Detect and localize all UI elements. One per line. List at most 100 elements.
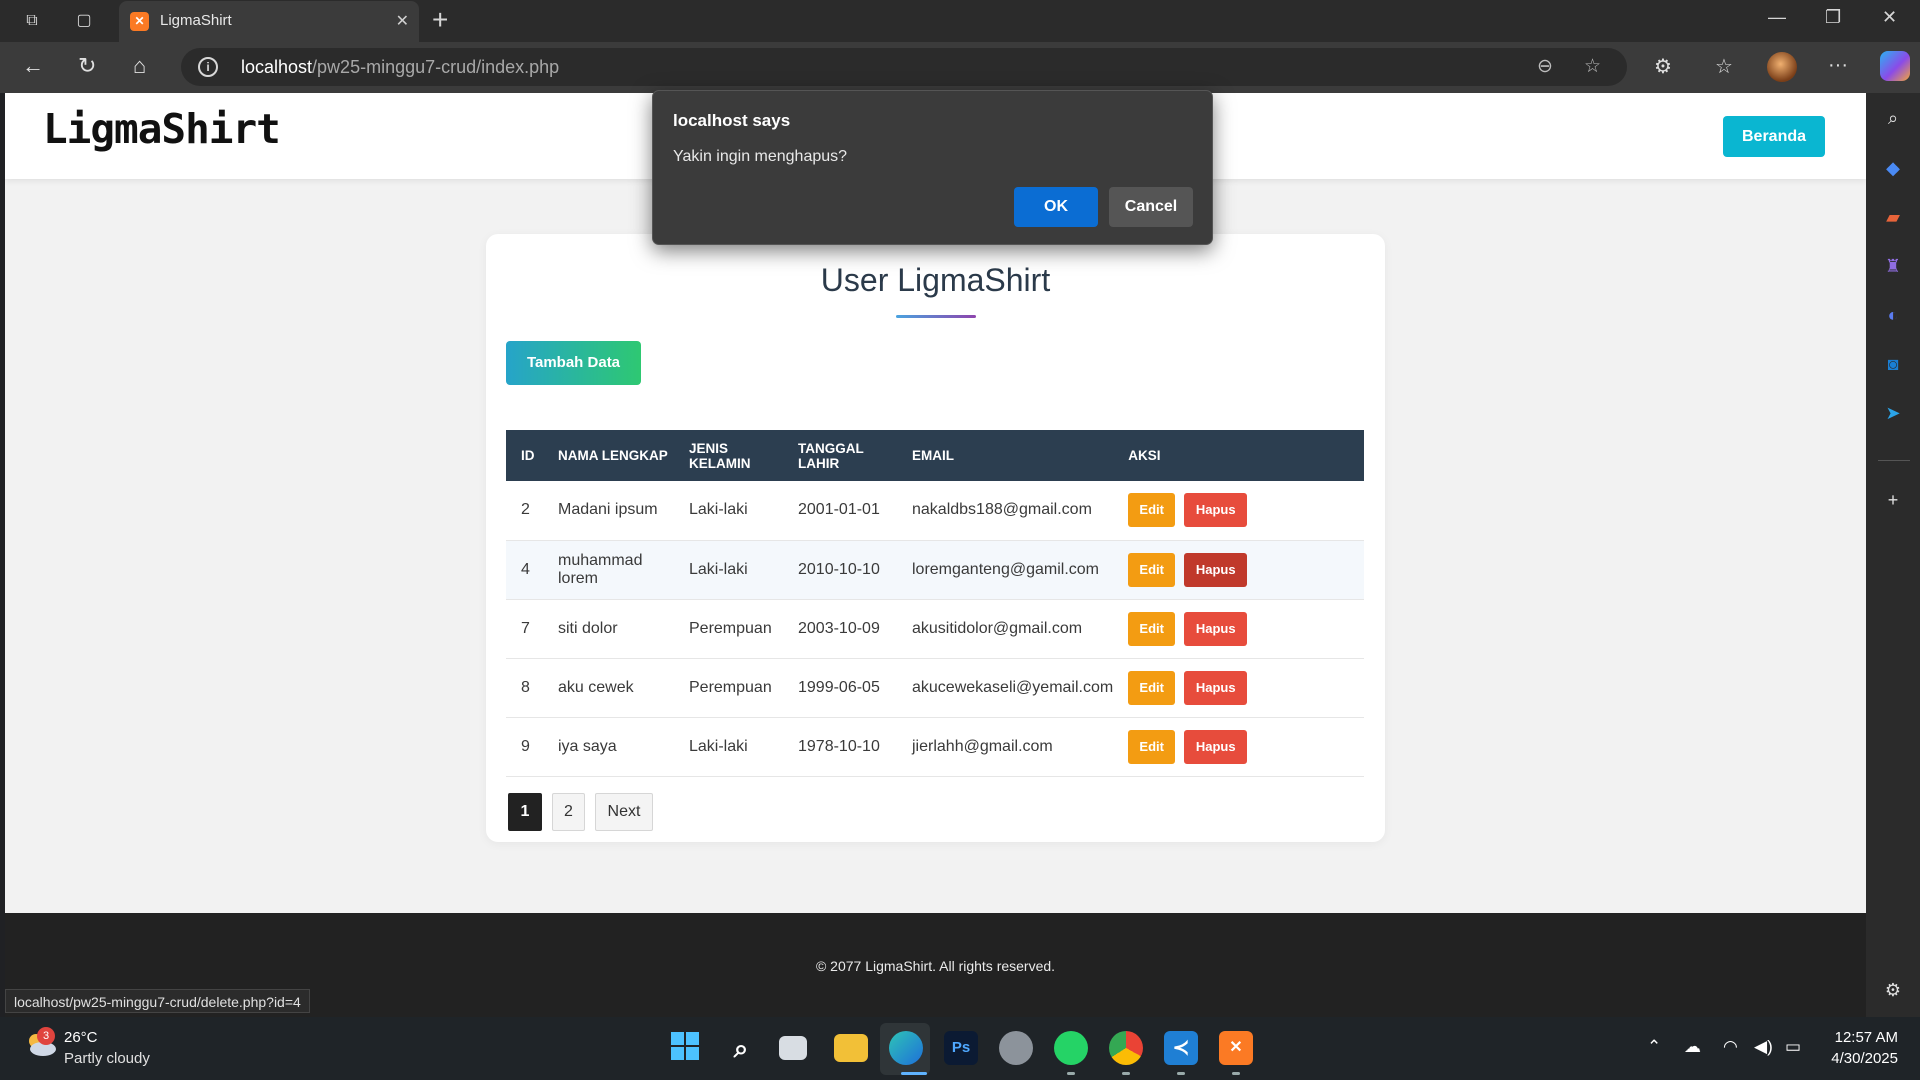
windows-logo-icon <box>671 1032 699 1060</box>
site-info-icon[interactable]: i <box>198 57 218 77</box>
wifi-icon[interactable]: ◠ <box>1723 1037 1738 1057</box>
new-tab-icon[interactable]: + <box>432 6 448 34</box>
edit-button[interactable]: Edit <box>1128 552 1176 587</box>
dialog-cancel-button[interactable]: Cancel <box>1109 187 1193 227</box>
tambah-data-button[interactable]: Tambah Data <box>506 341 641 385</box>
xampp-running-indicator <box>1232 1072 1240 1075</box>
volume-icon[interactable]: ◀) <box>1754 1037 1773 1057</box>
table-row: 7 siti dolor Perempuan 2003-10-09 akusit… <box>506 599 1364 659</box>
clock-time[interactable]: 12:57 AM <box>1828 1029 1898 1046</box>
edit-button[interactable]: Edit <box>1128 729 1176 764</box>
close-tab-icon[interactable]: ✕ <box>396 11 409 31</box>
whatsapp-running-indicator <box>1067 1072 1075 1075</box>
workspaces-icon[interactable]: ⧉ <box>20 9 44 33</box>
tray-chevron-icon[interactable]: ⌃ <box>1647 1037 1661 1057</box>
copilot-icon[interactable] <box>1880 51 1910 81</box>
beranda-button[interactable]: Beranda <box>1723 116 1825 157</box>
cell-gender: Perempuan <box>674 599 783 659</box>
edit-button[interactable]: Edit <box>1128 493 1176 528</box>
cell-email: jierlahh@gmail.com <box>897 717 1114 777</box>
minimize-icon[interactable]: — <box>1768 7 1786 28</box>
hapus-button[interactable]: Hapus <box>1184 729 1248 764</box>
search-icon[interactable]: ⌕ <box>1882 107 1904 129</box>
shopping-tag-icon[interactable]: ◆ <box>1882 157 1904 179</box>
vscode-icon[interactable]: ≺ <box>1164 1031 1198 1065</box>
games-icon[interactable]: ♜ <box>1882 255 1904 277</box>
site-logo[interactable]: LigmaShirt <box>43 105 281 153</box>
cell-email: akucewekaseli@yemail.com <box>897 658 1114 718</box>
page-1-button[interactable]: 1 <box>508 793 542 831</box>
windows-taskbar: 3 26°C Partly cloudy ⌕ Ps ≺ ✕ ⌃ ☁ ◠ ◀) ▭… <box>0 1017 1920 1080</box>
col-nama: NAMA LENGKAP <box>558 448 668 463</box>
photoshop-icon[interactable]: Ps <box>944 1031 978 1065</box>
send-icon[interactable]: ➤ <box>1882 402 1904 424</box>
app-globe-icon[interactable] <box>999 1031 1033 1065</box>
cell-actions: Edit Hapus <box>1113 540 1364 600</box>
favorites-icon[interactable]: ☆ <box>1715 54 1733 79</box>
task-view-icon[interactable] <box>779 1036 807 1060</box>
cell-dob: 1999-06-05 <box>783 658 897 718</box>
users-table: ID NAMA LENGKAP JENIS KELAMIN TANGGAL LA… <box>506 430 1364 777</box>
profile-avatar[interactable] <box>1767 52 1797 82</box>
reload-icon[interactable]: ↻ <box>78 54 96 78</box>
hapus-button[interactable]: Hapus <box>1184 493 1248 528</box>
edit-button[interactable]: Edit <box>1128 670 1176 705</box>
back-icon[interactable]: ← <box>22 54 44 78</box>
cell-gender: Laki-laki <box>674 540 783 600</box>
page-title: User LigmaShirt <box>820 262 1051 298</box>
table-row: 2 Madani ipsum Laki-laki 2001-01-01 naka… <box>506 481 1364 541</box>
hapus-button[interactable]: Hapus <box>1184 670 1248 705</box>
edit-button[interactable]: Edit <box>1128 611 1176 646</box>
table-row: 9 iya saya Laki-laki 1978-10-10 jierlahh… <box>506 717 1364 777</box>
address-bar[interactable]: i localhost/pw25-minggu7-crud/index.php … <box>181 48 1627 86</box>
home-icon[interactable]: ⌂ <box>133 54 146 78</box>
onedrive-icon[interactable]: ☁ <box>1684 1037 1701 1057</box>
cell-actions: Edit Hapus <box>1113 599 1364 659</box>
footer-copyright: © 2077 LigmaShirt. All rights reserved. <box>815 958 1056 974</box>
taskbar-search-icon[interactable]: ⌕ <box>724 1031 758 1065</box>
restore-icon[interactable]: ❐ <box>1825 7 1841 28</box>
more-menu-icon[interactable]: ··· <box>1828 54 1848 77</box>
url-text[interactable]: localhost/pw25-minggu7-crud/index.php <box>241 57 559 78</box>
zoom-icon[interactable]: ⊖ <box>1537 55 1553 78</box>
cell-name: Madani ipsum <box>543 481 674 541</box>
battery-icon[interactable]: ▭ <box>1785 1037 1801 1057</box>
settings-gear-icon[interactable]: ⚙ <box>1882 979 1904 1001</box>
table-row: 4 muhammad lorem Laki-laki 2010-10-10 lo… <box>506 540 1364 600</box>
cell-id: 7 <box>506 599 543 659</box>
close-window-icon[interactable]: ✕ <box>1882 7 1897 28</box>
whatsapp-icon[interactable] <box>1054 1031 1088 1065</box>
weather-temperature[interactable]: 26°C <box>64 1029 98 1046</box>
weather-description[interactable]: Partly cloudy <box>64 1050 150 1067</box>
weather-badge: 3 <box>37 1027 55 1045</box>
tab-title: LigmaShirt <box>160 12 232 29</box>
page-2-button[interactable]: 2 <box>552 793 585 831</box>
windows-start-icon[interactable] <box>668 1031 702 1065</box>
dialog-ok-button[interactable]: OK <box>1014 187 1098 227</box>
user-card: User LigmaShirt Tambah Data ID NAMA LENG… <box>486 234 1385 842</box>
sidebar-divider <box>1878 460 1910 461</box>
copilot-sidebar-icon[interactable]: ◐ <box>1882 304 1904 326</box>
file-explorer-icon[interactable] <box>834 1034 868 1062</box>
link-status-bar: localhost/pw25-minggu7-crud/delete.php?i… <box>5 989 310 1013</box>
next-page-button[interactable]: Next <box>595 793 653 831</box>
cell-name: aku cewek <box>543 658 674 718</box>
xampp-icon[interactable]: ✕ <box>1219 1031 1253 1065</box>
cell-name: muhammad lorem <box>543 540 674 600</box>
tab-actions-icon[interactable]: ▢ <box>72 9 96 33</box>
hapus-button[interactable]: Hapus <box>1184 552 1248 587</box>
edge-browser-icon[interactable] <box>889 1031 923 1065</box>
confirm-dialog: localhost says Yakin ingin menghapus? OK… <box>652 90 1213 245</box>
outlook-icon[interactable]: ◙ <box>1882 353 1904 375</box>
cell-dob: 1978-10-10 <box>783 717 897 777</box>
favorite-star-icon[interactable]: ☆ <box>1584 55 1601 78</box>
clock-date[interactable]: 4/30/2025 <box>1818 1050 1898 1067</box>
add-sidebar-icon[interactable]: + <box>1882 489 1904 511</box>
tools-icon[interactable]: ▰ <box>1882 206 1904 228</box>
chrome-running-indicator <box>1122 1072 1130 1075</box>
tab-ligmashirt[interactable]: ✕ LigmaShirt ✕ <box>119 1 419 42</box>
chrome-icon[interactable] <box>1109 1031 1143 1065</box>
hapus-button[interactable]: Hapus <box>1184 611 1248 646</box>
extensions-icon[interactable]: ⚙ <box>1654 54 1672 79</box>
col-jenis-kelamin: JENIS KELAMIN <box>689 440 751 471</box>
